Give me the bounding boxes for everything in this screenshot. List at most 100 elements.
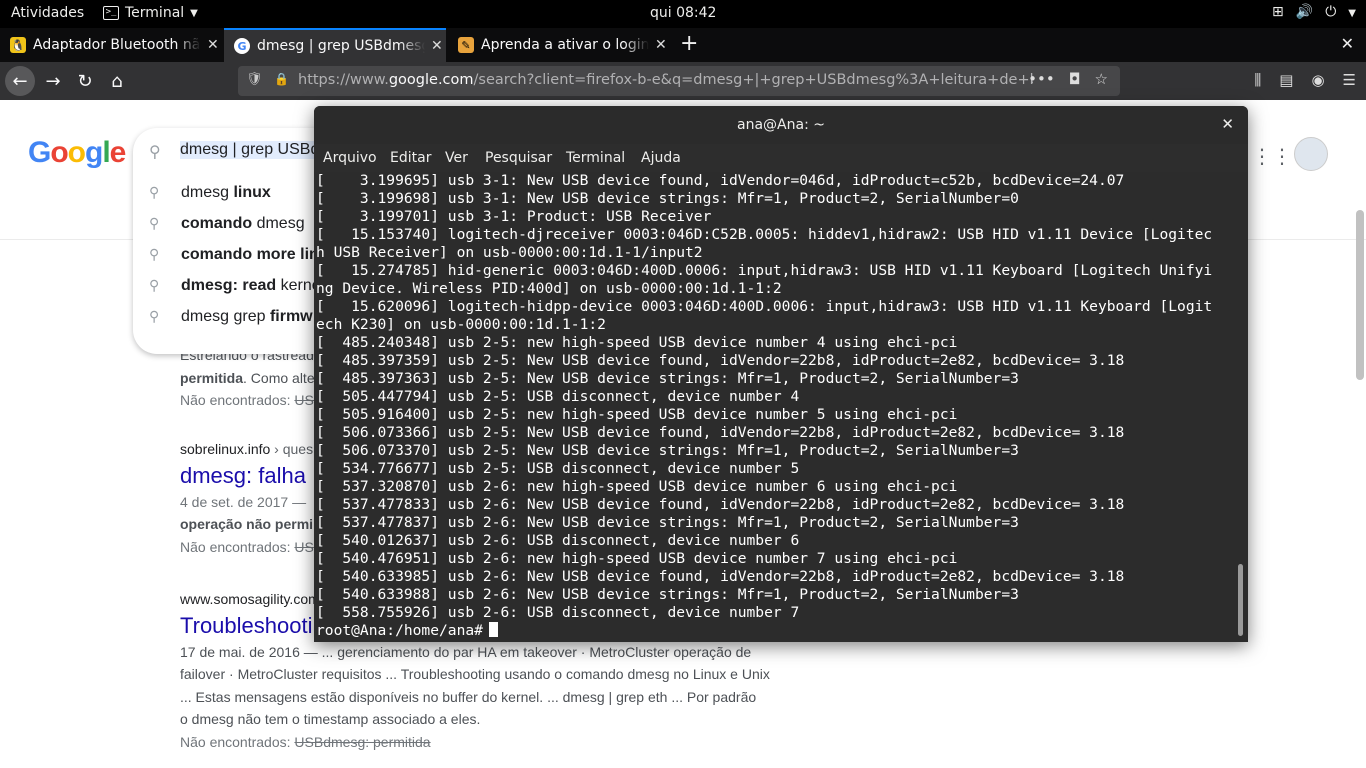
avatar[interactable] bbox=[1294, 137, 1328, 171]
terminal-line: [ 506.073370] usb 2-5: New USB device st… bbox=[316, 442, 1019, 459]
result-date: 4 de set. de 2017 — bbox=[180, 493, 307, 510]
forward-button[interactable]: → bbox=[38, 66, 68, 96]
terminal-output[interactable]: [ 3.199695] usb 3-1: New USB device foun… bbox=[314, 172, 1238, 642]
result-snippet: operação não permi bbox=[180, 516, 314, 532]
search-result: Estreiando o rastread permitida. Como al… bbox=[180, 344, 323, 412]
search-icon: ⚲ bbox=[149, 246, 160, 262]
power-icon[interactable]: ⏻ bbox=[1325, 4, 1336, 24]
search-icon: ⚲ bbox=[149, 215, 160, 231]
close-icon[interactable]: ✕ bbox=[207, 37, 219, 53]
library-icon[interactable]: ⫼ bbox=[1254, 71, 1261, 89]
activities-button[interactable]: Atividades bbox=[11, 5, 84, 21]
search-icon: ⚲ bbox=[149, 142, 161, 161]
terminal-line: [ 540.476951] usb 2-6: new high-speed US… bbox=[316, 550, 958, 567]
sidebar-icon[interactable]: ▤ bbox=[1279, 71, 1293, 89]
terminal-line: [ 485.240348] usb 2-5: new high-speed US… bbox=[316, 334, 958, 351]
chevron-down-icon[interactable]: ▼ bbox=[1348, 4, 1356, 24]
navigation-toolbar: ← → ↻ ⌂ 🛡 🔒 https://www.google.com/searc… bbox=[0, 62, 1366, 100]
search-icon: ⚲ bbox=[149, 184, 160, 200]
menu-icon[interactable]: ☰ bbox=[1343, 71, 1356, 89]
menu-pesquisar[interactable]: Pesquisar bbox=[485, 150, 552, 166]
terminal-line: [ 540.633988] usb 2-6: New USB device st… bbox=[316, 586, 1019, 603]
page-scrollbar[interactable] bbox=[1356, 210, 1364, 380]
terminal-line: [ 537.477837] usb 2-6: New USB device st… bbox=[316, 514, 1019, 531]
new-tab-button[interactable]: + bbox=[680, 31, 698, 56]
terminal-title: ana@Ana: ~ bbox=[737, 117, 825, 133]
terminal-menubar: Arquivo Editar Ver Pesquisar Terminal Aj… bbox=[314, 144, 1248, 172]
reload-button[interactable]: ↻ bbox=[70, 66, 100, 96]
terminal-line: [ 537.477833] usb 2-6: New USB device fo… bbox=[316, 496, 1125, 513]
google-logo[interactable]: Google bbox=[28, 136, 126, 170]
google-g-icon: G bbox=[234, 38, 250, 54]
terminal-line: [ 3.199701] usb 3-1: Product: USB Receiv… bbox=[316, 208, 712, 225]
search-icon: ⚲ bbox=[149, 308, 160, 324]
clock[interactable]: qui 08:42 bbox=[650, 5, 716, 21]
close-icon[interactable]: ✕ bbox=[431, 38, 443, 54]
terminal-line: [ 558.755926] usb 2-6: USB disconnect, d… bbox=[316, 604, 800, 621]
app-menu-label: Terminal bbox=[125, 5, 185, 21]
tab-login[interactable]: ✎ Aprenda a ativar o login c ✕ bbox=[448, 28, 670, 62]
app-menu[interactable]: >_ Terminal ▼ bbox=[103, 5, 198, 21]
search-input[interactable]: dmesg | grep USBd bbox=[180, 141, 320, 159]
url-bar[interactable]: 🛡 🔒 https://www.google.com/search?client… bbox=[238, 66, 1120, 96]
lock-icon[interactable]: 🔒 bbox=[274, 72, 289, 86]
close-icon[interactable]: ✕ bbox=[1221, 115, 1234, 133]
terminal-line: h USB Receiver] on usb-0000:00:1d.1-1/in… bbox=[316, 244, 703, 261]
volume-icon[interactable]: 🔊 bbox=[1296, 4, 1313, 24]
menu-ajuda[interactable]: Ajuda bbox=[641, 150, 681, 166]
terminal-window[interactable]: ana@Ana: ~ ✕ Arquivo Editar Ver Pesquisa… bbox=[314, 106, 1248, 642]
terminal-line: [ 534.776677] usb 2-5: USB disconnect, d… bbox=[316, 460, 800, 477]
result-snippet: permitida. Como alte bbox=[180, 369, 315, 386]
tab-title: Aprenda a ativar o login c bbox=[481, 37, 649, 53]
text-cursor bbox=[488, 622, 498, 637]
site-icon: ✎ bbox=[458, 37, 474, 53]
result-snippet: o dmesg não tem o timestamp associado a … bbox=[180, 711, 481, 727]
result-title-link[interactable]: dmesg: falha bbox=[180, 461, 314, 491]
terminal-line: [ 540.633985] usb 2-6: New USB device fo… bbox=[316, 568, 1125, 585]
terminal-line: ech K230] on usb-0000:00:1d.1-1:2 bbox=[316, 316, 606, 333]
result-snippet: ... Estas mensagens estão disponíveis no… bbox=[180, 688, 757, 705]
terminal-line: [ 15.274785] hid-generic 0003:046D:400D.… bbox=[316, 262, 1213, 279]
menu-terminal[interactable]: Terminal bbox=[566, 150, 625, 166]
network-icon[interactable]: ⊞ bbox=[1272, 4, 1284, 24]
search-icon: ⚲ bbox=[149, 277, 160, 293]
page-actions-icon[interactable]: ••• bbox=[1028, 70, 1055, 88]
shield-icon[interactable]: 🛡 bbox=[246, 72, 263, 87]
bookmark-star-icon[interactable]: ☆ bbox=[1095, 70, 1108, 88]
terminal-line: [ 15.620096] logitech-hidpp-device 0003:… bbox=[316, 298, 1213, 315]
tab-dmesg[interactable]: G dmesg | grep USBdmesg ✕ bbox=[224, 28, 446, 62]
result-snippet: 17 de mai. de 2016 — ... gerenciamento d… bbox=[180, 643, 752, 660]
terminal-text: [ 3.199695] usb 3-1: New USB device foun… bbox=[316, 172, 1212, 640]
search-result: sobrelinux.info › ques dmesg: falha 4 de… bbox=[180, 438, 314, 558]
result-snippet: failover · MetroCluster requisitos ... T… bbox=[180, 666, 770, 682]
terminal-line: [ 540.012637] usb 2-6: USB disconnect, d… bbox=[316, 532, 800, 549]
terminal-line: [ 506.073366] usb 2-5: New USB device fo… bbox=[316, 424, 1125, 441]
penguin-icon: 🐧 bbox=[10, 37, 26, 53]
url-text[interactable]: https://www.google.com/search?client=fir… bbox=[298, 72, 1033, 88]
not-found-line: Não encontrados: USB bbox=[180, 392, 324, 408]
close-icon[interactable]: ✕ bbox=[655, 37, 667, 53]
terminal-titlebar[interactable]: ana@Ana: ~ ✕ bbox=[314, 106, 1248, 144]
terminal-line: [ 505.916400] usb 2-5: new high-speed US… bbox=[316, 406, 958, 423]
tab-title: dmesg | grep USBdmesg bbox=[257, 38, 425, 54]
not-found-line: Não encontrados: USBdmesg: permitida bbox=[180, 733, 431, 750]
terminal-line: [ 505.447794] usb 2-5: USB disconnect, d… bbox=[316, 388, 800, 405]
account-icon[interactable]: ◉ bbox=[1311, 71, 1324, 89]
window-close-icon[interactable]: ✕ bbox=[1341, 34, 1354, 53]
home-button[interactable]: ⌂ bbox=[102, 66, 132, 96]
back-button[interactable]: ← bbox=[5, 66, 35, 96]
tab-bluetooth[interactable]: 🐧 Adaptador Bluetooth não ✕ bbox=[0, 28, 222, 62]
terminal-line: [ 3.199698] usb 3-1: New USB device stri… bbox=[316, 190, 1019, 207]
terminal-icon: >_ bbox=[103, 6, 119, 20]
pocket-icon[interactable]: ◘ bbox=[1069, 70, 1081, 88]
terminal-line: ng Device. Wireless PID:400d] on usb-000… bbox=[316, 280, 782, 297]
gnome-top-bar: Atividades >_ Terminal ▼ qui 08:42 ⊞ 🔊 ⏻… bbox=[0, 0, 1366, 28]
terminal-prompt[interactable]: root@Ana:/home/ana# bbox=[316, 622, 1212, 640]
menu-editar[interactable]: Editar bbox=[390, 150, 431, 166]
menu-ver[interactable]: Ver bbox=[445, 150, 468, 166]
terminal-line: [ 15.153740] logitech-djreceiver 0003:04… bbox=[316, 226, 1213, 243]
terminal-scrollbar[interactable] bbox=[1238, 564, 1243, 636]
menu-arquivo[interactable]: Arquivo bbox=[323, 150, 377, 166]
system-tray[interactable]: ⊞ 🔊 ⏻ ▼ bbox=[1272, 4, 1356, 24]
result-site[interactable]: sobrelinux.info › ques bbox=[180, 438, 314, 461]
